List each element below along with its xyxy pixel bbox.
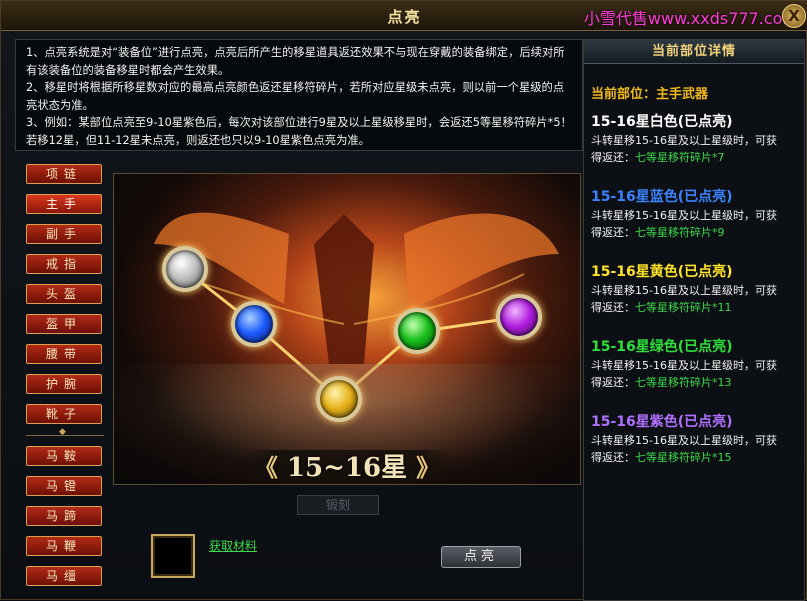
reward-item: 七等星移符碎片*15: [635, 451, 732, 464]
slot-button-armor[interactable]: 盔甲: [26, 314, 102, 334]
reward-prefix: 得返还：: [591, 226, 635, 239]
tier-white: 15-16星白色(已点亮) 斗转星移15-16星及以上星级时，可获 得返还：七等…: [591, 112, 801, 166]
slot-button-boots[interactable]: 靴子: [26, 404, 102, 424]
slot-button-bracer[interactable]: 护腕: [26, 374, 102, 394]
tier-desc: 斗转星移15-16星及以上星级时，可获: [591, 359, 777, 372]
slot-button-ring[interactable]: 戒指: [26, 254, 102, 274]
tier-reward: 得返还：七等星移符碎片*9: [591, 224, 801, 241]
slot-button-reins[interactable]: 马缰: [26, 566, 102, 586]
reward-item: 七等星移符碎片*13: [635, 376, 732, 389]
prev-level-arrow[interactable]: 《: [254, 453, 278, 482]
slot-button-belt[interactable]: 腰带: [26, 344, 102, 364]
star-level-label: 15~16星: [286, 453, 408, 483]
gem-purple[interactable]: [496, 294, 542, 340]
get-material-link[interactable]: 获取材料: [209, 537, 257, 554]
tier-title: 15-16星蓝色(已点亮): [591, 189, 733, 205]
tier-title: 15-16星黄色(已点亮): [591, 264, 733, 280]
close-button[interactable]: X: [782, 4, 806, 28]
tier-reward: 得返还：七等星移符碎片*15: [591, 449, 801, 466]
current-part-detail-panel: 当前部位详情 当前部位：主手武器 15-16星白色(已点亮) 斗转星移15-16…: [583, 39, 805, 601]
slot-button-saddle[interactable]: 马鞍: [26, 446, 102, 466]
gem-green[interactable]: [394, 308, 440, 354]
tier-title: 15-16星绿色(已点亮): [591, 339, 733, 355]
tier-green: 15-16星绿色(已点亮) 斗转星移15-16星及以上星级时，可获 得返还：七等…: [591, 337, 801, 391]
tier-yellow: 15-16星黄色(已点亮) 斗转星移15-16星及以上星级时，可获 得返还：七等…: [591, 262, 801, 316]
rules-text-box: 1、点亮系统是对“装备位”进行点亮，点亮后所产生的移星道具返还效果不与现在穿戴的…: [15, 39, 583, 151]
light-up-window: 点亮 小雪代售www.xxds777.com X 1、点亮系统是对“装备位”进行…: [0, 0, 807, 601]
gem-white[interactable]: [162, 246, 208, 292]
tier-reward: 得返还：七等星移符碎片*13: [591, 374, 801, 391]
tier-reward: 得返还：七等星移符碎片*7: [591, 149, 801, 166]
star-level-banner: 《 15~16星 》: [242, 450, 452, 484]
reward-prefix: 得返还：: [591, 376, 635, 389]
material-slot[interactable]: [151, 534, 195, 578]
reward-item: 七等星移符碎片*9: [635, 226, 725, 239]
reward-prefix: 得返还：: [591, 451, 635, 464]
slot-button-off-hand[interactable]: 副手: [26, 224, 102, 244]
background-button: 锻刻: [297, 495, 379, 515]
slot-button-horseshoe[interactable]: 马蹄: [26, 506, 102, 526]
rule-3: 3、例如：某部位点亮至9-10星紫色后，每次对该部位进行9星及以上星级移星时，会…: [26, 116, 572, 147]
tier-desc: 斗转星移15-16星及以上星级时，可获: [591, 209, 777, 222]
reward-prefix: 得返还：: [591, 151, 635, 164]
tier-desc: 斗转星移15-16星及以上星级时，可获: [591, 284, 777, 297]
constellation-stage: 《 15~16星 》: [113, 173, 581, 485]
tier-title: 15-16星白色(已点亮): [591, 114, 733, 130]
light-up-button[interactable]: 点亮: [441, 546, 521, 568]
tier-purple: 15-16星紫色(已点亮) 斗转星移15-16星及以上星级时，可获 得返还：七等…: [591, 412, 801, 466]
gem-blue[interactable]: [231, 301, 277, 347]
tier-desc: 斗转星移15-16星及以上星级时，可获: [591, 134, 777, 147]
tier-blue: 15-16星蓝色(已点亮) 斗转星移15-16星及以上星级时，可获 得返还：七等…: [591, 187, 801, 241]
tier-reward: 得返还：七等星移符碎片*11: [591, 299, 801, 316]
title-bar: 点亮 小雪代售www.xxds777.com X: [1, 1, 807, 31]
current-part-label: 当前部位：主手武器: [591, 87, 709, 102]
reward-item: 七等星移符碎片*11: [635, 301, 732, 314]
watermark-text: 小雪代售www.xxds777.com: [583, 9, 798, 28]
slot-button-main-hand[interactable]: 主手: [26, 194, 102, 214]
tier-title: 15-16星紫色(已点亮): [591, 414, 733, 430]
slot-button-helmet[interactable]: 头盔: [26, 284, 102, 304]
slot-button-whip[interactable]: 马鞭: [26, 536, 102, 556]
slot-button-stirrup[interactable]: 马镫: [26, 476, 102, 496]
reward-prefix: 得返还：: [591, 301, 635, 314]
reward-item: 七等星移符碎片*7: [635, 151, 725, 164]
next-level-arrow[interactable]: 》: [416, 453, 440, 482]
panel-header: 当前部位详情: [584, 40, 804, 64]
gem-yellow[interactable]: [316, 376, 362, 422]
tier-desc: 斗转星移15-16星及以上星级时，可获: [591, 434, 777, 447]
slot-button-necklace[interactable]: 项链: [26, 164, 102, 184]
rule-2: 2、移星时将根据所移星数对应的最高点亮颜色返还星移符碎片，若所对应星级未点亮，则…: [26, 81, 565, 112]
nav-divider: [26, 427, 104, 441]
rule-1: 1、点亮系统是对“装备位”进行点亮，点亮后所产生的移星道具返还效果不与现在穿戴的…: [26, 46, 565, 77]
